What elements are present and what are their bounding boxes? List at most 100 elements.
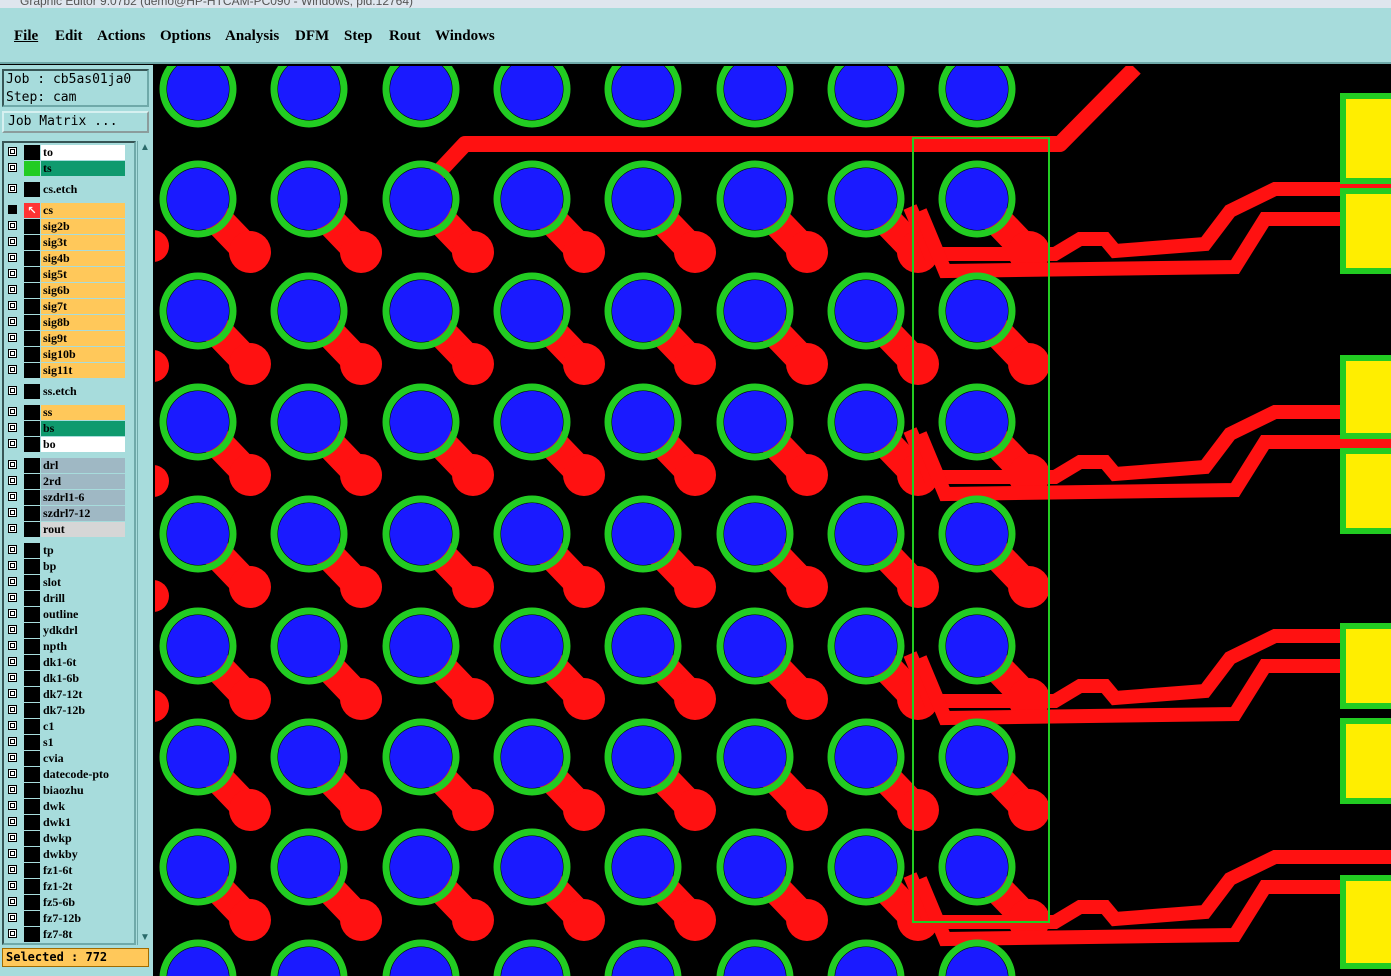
layer-checkbox[interactable] (8, 147, 17, 156)
layer-color-swatch[interactable] (24, 815, 40, 830)
layer-checkbox[interactable] (8, 785, 17, 794)
layer-row-npth[interactable]: npth (6, 639, 134, 654)
layer-checkbox[interactable] (8, 333, 17, 342)
layer-color-swatch[interactable] (24, 719, 40, 734)
scroll-down-icon[interactable]: ▼ (139, 932, 151, 944)
layer-name[interactable]: outline (41, 607, 125, 622)
layer-color-swatch[interactable] (24, 219, 40, 234)
menu-analysis[interactable]: Analysis (225, 28, 279, 45)
layer-checkbox[interactable] (8, 737, 17, 746)
layer-checkbox[interactable] (8, 365, 17, 374)
layer-name[interactable]: fz5-6b (41, 895, 125, 910)
layer-color-swatch[interactable] (24, 405, 40, 420)
layer-row-ss[interactable]: ss (6, 405, 134, 420)
layer-row-drl[interactable]: drl (6, 458, 134, 473)
layer-checkbox[interactable] (8, 721, 17, 730)
layer-color-swatch[interactable] (24, 751, 40, 766)
layer-name[interactable]: dwk (41, 799, 125, 814)
menu-actions[interactable]: Actions (97, 28, 145, 45)
layer-name[interactable]: bs (41, 421, 125, 436)
layer-row-dk7-12b[interactable]: dk7-12b (6, 703, 134, 718)
layer-color-swatch[interactable] (24, 283, 40, 298)
layer-checkbox[interactable] (8, 929, 17, 938)
layer-checkbox[interactable] (8, 769, 17, 778)
layer-row-szdrl1-6[interactable]: szdrl1-6 (6, 490, 134, 505)
layer-row-sig6b[interactable]: sig6b (6, 283, 134, 298)
layer-color-swatch[interactable] (24, 506, 40, 521)
layer-name[interactable]: tp (41, 543, 125, 558)
layer-row-to[interactable]: to (6, 145, 134, 160)
layer-color-swatch[interactable] (24, 703, 40, 718)
layer-checkbox[interactable] (8, 439, 17, 448)
layer-color-swatch[interactable] (24, 299, 40, 314)
layer-checkbox[interactable] (8, 184, 17, 193)
layer-checkbox[interactable] (8, 349, 17, 358)
layer-checkbox[interactable] (8, 492, 17, 501)
layer-color-swatch[interactable] (24, 783, 40, 798)
layer-name[interactable]: drl (41, 458, 125, 473)
layer-checkbox[interactable] (8, 407, 17, 416)
layer-checkbox[interactable] (8, 386, 17, 395)
layer-name[interactable]: dk7-12t (41, 687, 125, 702)
layer-color-swatch[interactable] (24, 895, 40, 910)
layer-row-fz1-2t[interactable]: fz1-2t (6, 879, 134, 894)
layer-name[interactable]: slot (41, 575, 125, 590)
layer-name[interactable]: sig8b (41, 315, 125, 330)
layer-row-tp[interactable]: tp (6, 543, 134, 558)
layer-color-swatch[interactable] (24, 543, 40, 558)
layer-name[interactable]: sig2b (41, 219, 125, 234)
graphic-canvas[interactable] (155, 66, 1391, 976)
layer-checkbox[interactable] (8, 593, 17, 602)
layer-color-swatch[interactable] (24, 384, 40, 399)
layer-checkbox[interactable] (8, 317, 17, 326)
layer-checkbox[interactable] (8, 577, 17, 586)
layer-name[interactable]: dwk1 (41, 815, 125, 830)
layer-row-fz1-6t[interactable]: fz1-6t (6, 863, 134, 878)
menu-step[interactable]: Step (344, 28, 372, 45)
layer-row-rout[interactable]: rout (6, 522, 134, 537)
layer-checkbox[interactable] (8, 561, 17, 570)
layer-color-swatch[interactable] (24, 437, 40, 452)
layer-color-swatch[interactable] (24, 911, 40, 926)
menu-file[interactable]: File (14, 28, 38, 45)
layer-row-dwkp[interactable]: dwkp (6, 831, 134, 846)
layer-color-swatch[interactable] (24, 639, 40, 654)
layer-checkbox[interactable] (8, 545, 17, 554)
layer-row-fz7-12b[interactable]: fz7-12b (6, 911, 134, 926)
layer-color-swatch[interactable] (24, 863, 40, 878)
menu-edit[interactable]: Edit (55, 28, 83, 45)
layer-row-sig10b[interactable]: sig10b (6, 347, 134, 362)
layer-color-swatch[interactable] (24, 799, 40, 814)
layer-color-swatch[interactable] (24, 607, 40, 622)
layer-row-2rd[interactable]: 2rd (6, 474, 134, 489)
layer-list-scrollbar[interactable]: ▲ ▼ (137, 141, 152, 945)
layer-row-biaozhu[interactable]: biaozhu (6, 783, 134, 798)
layer-color-swatch[interactable] (24, 251, 40, 266)
layer-row-szdrl7-12[interactable]: szdrl7-12 (6, 506, 134, 521)
layer-checkbox[interactable] (8, 221, 17, 230)
layer-color-swatch[interactable] (24, 559, 40, 574)
layer-name[interactable]: ts (41, 161, 125, 176)
layer-row-dwkby[interactable]: dwkby (6, 847, 134, 862)
layer-checkbox[interactable] (8, 657, 17, 666)
layer-checkbox[interactable] (8, 269, 17, 278)
layer-checkbox[interactable] (8, 524, 17, 533)
layer-row-ydkdrl[interactable]: ydkdrl (6, 623, 134, 638)
layer-checkbox[interactable] (8, 865, 17, 874)
layer-name[interactable]: drill (41, 591, 125, 606)
layer-color-swatch[interactable] (24, 145, 40, 160)
layer-color-swatch[interactable] (24, 735, 40, 750)
layer-checkbox[interactable] (8, 705, 17, 714)
menu-rout[interactable]: Rout (389, 28, 421, 45)
layer-checkbox[interactable] (8, 689, 17, 698)
layer-color-swatch[interactable] (24, 235, 40, 250)
layer-name[interactable]: cs (41, 203, 125, 218)
layer-name[interactable]: sig3t (41, 235, 125, 250)
layer-checkbox[interactable] (8, 163, 17, 172)
layer-color-swatch[interactable] (24, 927, 40, 942)
layer-checkbox[interactable] (8, 625, 17, 634)
layer-row-ss.etch[interactable]: ss.etch (6, 384, 134, 399)
layer-row-cs[interactable]: ↖ cs (6, 203, 134, 218)
layer-checkbox[interactable] (8, 817, 17, 826)
layer-checkbox[interactable] (8, 285, 17, 294)
